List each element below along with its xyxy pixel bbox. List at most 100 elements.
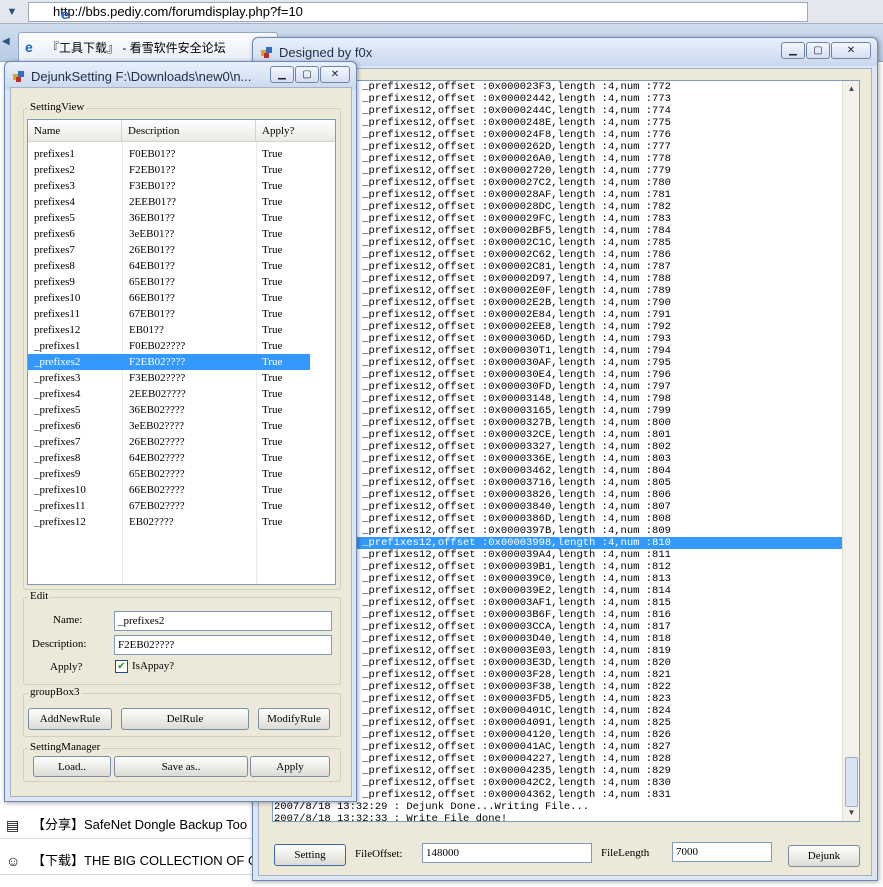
list-item[interactable]: prefixes10 66EB01?? True <box>28 290 335 306</box>
log-line[interactable]: 2:29 : Name : _prefixes12,offset :0x0000… <box>273 777 843 789</box>
log-line[interactable]: 2:29 : Name : _prefixes12,offset :0x0000… <box>273 201 843 213</box>
apply-button[interactable]: Apply <box>250 756 330 777</box>
log-line[interactable]: 2:29 : Name : _prefixes12,offset :0x0000… <box>273 645 843 657</box>
log-line[interactable]: 2:29 : Name : _prefixes12,offset :0x0000… <box>273 549 843 561</box>
log-line[interactable]: 2:29 : Name : _prefixes12,offset :0x0000… <box>273 237 843 249</box>
log-line[interactable]: 2:29 : Name : _prefixes12,offset :0x0000… <box>273 105 843 117</box>
list-item[interactable]: prefixes3 F3EB01?? True <box>28 178 335 194</box>
load-button[interactable]: Load.. <box>33 756 111 777</box>
log-line[interactable]: 2:29 : Name : _prefixes12,offset :0x0000… <box>273 717 843 729</box>
log-line[interactable]: 2:29 : Name : _prefixes12,offset :0x0000… <box>273 669 843 681</box>
list-item[interactable]: prefixes1 F0EB01?? True <box>28 146 335 162</box>
nav-dropdown-icon[interactable]: ▼ <box>2 3 22 21</box>
description-field[interactable]: F2EB02???? <box>114 635 332 655</box>
log-line[interactable]: 2:29 : Name : _prefixes12,offset :0x0000… <box>273 165 843 177</box>
list-item[interactable]: _prefixes12 EB02???? True <box>28 514 335 530</box>
log-line[interactable]: 2:29 : Name : _prefixes12,offset :0x0000… <box>273 657 843 669</box>
log-line[interactable]: 2:29 : Name : _prefixes12,offset :0x0000… <box>273 453 843 465</box>
modify-rule-button[interactable]: ModifyRule <box>258 708 330 730</box>
column-header-name[interactable]: Name <box>28 120 122 142</box>
list-item[interactable]: _prefixes6 3eEB02???? True <box>28 418 335 434</box>
isappay-checkbox[interactable]: ✔ <box>115 660 128 673</box>
log-line[interactable]: 2:29 : Name : _prefixes12,offset :0x0000… <box>273 441 843 453</box>
log-line[interactable]: 2:29 : Name : _prefixes12,offset :0x0000… <box>273 609 843 621</box>
list-item[interactable]: prefixes7 26EB01?? True <box>28 242 335 258</box>
log-line[interactable]: 2:29 : Name : _prefixes12,offset :0x0000… <box>273 285 843 297</box>
list-item[interactable]: prefixes4 2EEB01?? True <box>28 194 335 210</box>
scroll-up-icon[interactable]: ▲ <box>845 82 858 96</box>
log-line[interactable]: 2:29 : Name : _prefixes12,offset :0x0000… <box>273 369 843 381</box>
list-item[interactable]: _prefixes9 65EB02???? True <box>28 466 335 482</box>
log-line[interactable]: 2007/8/18 13:32:33 : Write File done! <box>273 813 843 821</box>
log-line[interactable]: 2:29 : Name : _prefixes12,offset :0x0000… <box>273 573 843 585</box>
list-item[interactable]: prefixes6 3eEB01?? True <box>28 226 335 242</box>
log-vertical-scrollbar[interactable]: ▲ ▼ <box>842 81 859 821</box>
tab-scroll-left-icon[interactable]: ◀ <box>2 36 10 47</box>
rules-listview[interactable]: Name Description Apply? prefixes1 F0EB01?… <box>27 119 336 585</box>
log-line[interactable]: 2:29 : Name : _prefixes12,offset :0x0000… <box>273 789 843 801</box>
log-line[interactable]: 2:29 : Name : _prefixes12,offset :0x0000… <box>273 345 843 357</box>
log-line[interactable]: 2:29 : Name : _prefixes12,offset :0x0000… <box>273 117 843 129</box>
dejunk-button[interactable]: Dejunk <box>788 845 860 867</box>
save-as-button[interactable]: Save as.. <box>114 756 248 777</box>
list-item[interactable]: _prefixes2 F2EB02???? True <box>28 354 310 370</box>
log-line[interactable]: 2:29 : Name : _prefixes12,offset :0x0000… <box>273 309 843 321</box>
log-line[interactable]: 2:29 : Name : _prefixes12,offset :0x0000… <box>273 93 843 105</box>
log-line[interactable]: 2:29 : Name : _prefixes12,offset :0x0000… <box>273 537 843 549</box>
log-line[interactable]: 2:29 : Name : _prefixes12,offset :0x0000… <box>273 213 843 225</box>
scroll-down-icon[interactable]: ▼ <box>845 806 858 820</box>
log-line[interactable]: 2007/8/18 13:32:29 : Dejunk Done...Writi… <box>273 801 843 813</box>
log-line[interactable]: 2:29 : Name : _prefixes12,offset :0x0000… <box>273 693 843 705</box>
log-line[interactable]: 2:29 : Name : _prefixes12,offset :0x0000… <box>273 129 843 141</box>
log-line[interactable]: 2:29 : Name : _prefixes12,offset :0x0000… <box>273 705 843 717</box>
browser-tab[interactable]: e 『工具下载』 - 看雪软件安全论坛 <box>18 32 278 62</box>
close-button[interactable]: ✕ <box>831 42 871 59</box>
minimize-button[interactable]: ▁ <box>270 66 294 83</box>
thread-title[interactable]: 【下载】THE BIG COLLECTION OF O <box>32 853 258 868</box>
log-line[interactable]: 2:29 : Name : _prefixes12,offset :0x0000… <box>273 513 843 525</box>
log-line[interactable]: 2:29 : Name : _prefixes12,offset :0x0000… <box>273 225 843 237</box>
log-line[interactable]: 2:29 : Name : _prefixes12,offset :0x0000… <box>273 585 843 597</box>
log-line[interactable]: 2:29 : Name : _prefixes12,offset :0x0000… <box>273 321 843 333</box>
log-listbox[interactable]: 2:29 : Name : _prefixes12,offset :0x0000… <box>272 80 860 822</box>
log-line[interactable]: 2:29 : Name : _prefixes12,offset :0x0000… <box>273 417 843 429</box>
file-offset-field[interactable]: 148000 <box>422 843 592 863</box>
list-item[interactable]: _prefixes8 64EB02???? True <box>28 450 335 466</box>
url-field[interactable]: e http://bbs.pediy.com/forumdisplay.php?… <box>28 2 808 22</box>
log-line[interactable]: 2:29 : Name : _prefixes12,offset :0x0000… <box>273 273 843 285</box>
log-line[interactable]: 2:29 : Name : _prefixes12,offset :0x0000… <box>273 141 843 153</box>
log-line[interactable]: 2:29 : Name : _prefixes12,offset :0x0000… <box>273 681 843 693</box>
maximize-button[interactable]: ▢ <box>295 66 319 83</box>
log-line[interactable]: 2:29 : Name : _prefixes12,offset :0x0000… <box>273 261 843 273</box>
name-field[interactable]: _prefixes2 <box>114 611 332 631</box>
list-item[interactable]: _prefixes7 26EB02???? True <box>28 434 335 450</box>
list-item[interactable]: prefixes9 65EB01?? True <box>28 274 335 290</box>
list-item[interactable]: _prefixes4 2EEB02???? True <box>28 386 335 402</box>
log-line[interactable]: 2:29 : Name : _prefixes12,offset :0x0000… <box>273 525 843 537</box>
log-line[interactable]: 2:29 : Name : _prefixes12,offset :0x0000… <box>273 429 843 441</box>
log-line[interactable]: 2:29 : Name : _prefixes12,offset :0x0000… <box>273 393 843 405</box>
log-line[interactable]: 2:29 : Name : _prefixes12,offset :0x0000… <box>273 501 843 513</box>
log-line[interactable]: 2:29 : Name : _prefixes12,offset :0x0000… <box>273 177 843 189</box>
thread-title[interactable]: 【分享】SafeNet Dongle Backup Too <box>32 817 247 832</box>
list-item[interactable]: _prefixes3 F3EB02???? True <box>28 370 335 386</box>
log-line[interactable]: 2:29 : Name : _prefixes12,offset :0x0000… <box>273 297 843 309</box>
column-header-description[interactable]: Description <box>122 120 256 142</box>
log-line[interactable]: 2:29 : Name : _prefixes12,offset :0x0000… <box>273 633 843 645</box>
log-line[interactable]: 2:29 : Name : _prefixes12,offset :0x0000… <box>273 477 843 489</box>
list-item[interactable]: _prefixes1 F0EB02???? True <box>28 338 335 354</box>
log-line[interactable]: 2:29 : Name : _prefixes12,offset :0x0000… <box>273 381 843 393</box>
del-rule-button[interactable]: DelRule <box>121 708 249 730</box>
log-line[interactable]: 2:29 : Name : _prefixes12,offset :0x0000… <box>273 249 843 261</box>
log-line[interactable]: 2:29 : Name : _prefixes12,offset :0x0000… <box>273 729 843 741</box>
log-line[interactable]: 2:29 : Name : _prefixes12,offset :0x0000… <box>273 489 843 501</box>
log-line[interactable]: 2:29 : Name : _prefixes12,offset :0x0000… <box>273 621 843 633</box>
list-item[interactable]: _prefixes10 66EB02???? True <box>28 482 335 498</box>
forum-thread-row[interactable]: ☺ 【下载】THE BIG COLLECTION OF O <box>0 847 260 875</box>
log-line[interactable]: 2:29 : Name : _prefixes12,offset :0x0000… <box>273 81 843 93</box>
add-new-rule-button[interactable]: AddNewRule <box>28 708 112 730</box>
forum-thread-row[interactable]: ▤ 【分享】SafeNet Dongle Backup Too <box>0 811 260 839</box>
minimize-button[interactable]: ▁ <box>781 42 805 59</box>
log-line[interactable]: 2:29 : Name : _prefixes12,offset :0x0000… <box>273 465 843 477</box>
log-line[interactable]: 2:29 : Name : _prefixes12,offset :0x0000… <box>273 333 843 345</box>
